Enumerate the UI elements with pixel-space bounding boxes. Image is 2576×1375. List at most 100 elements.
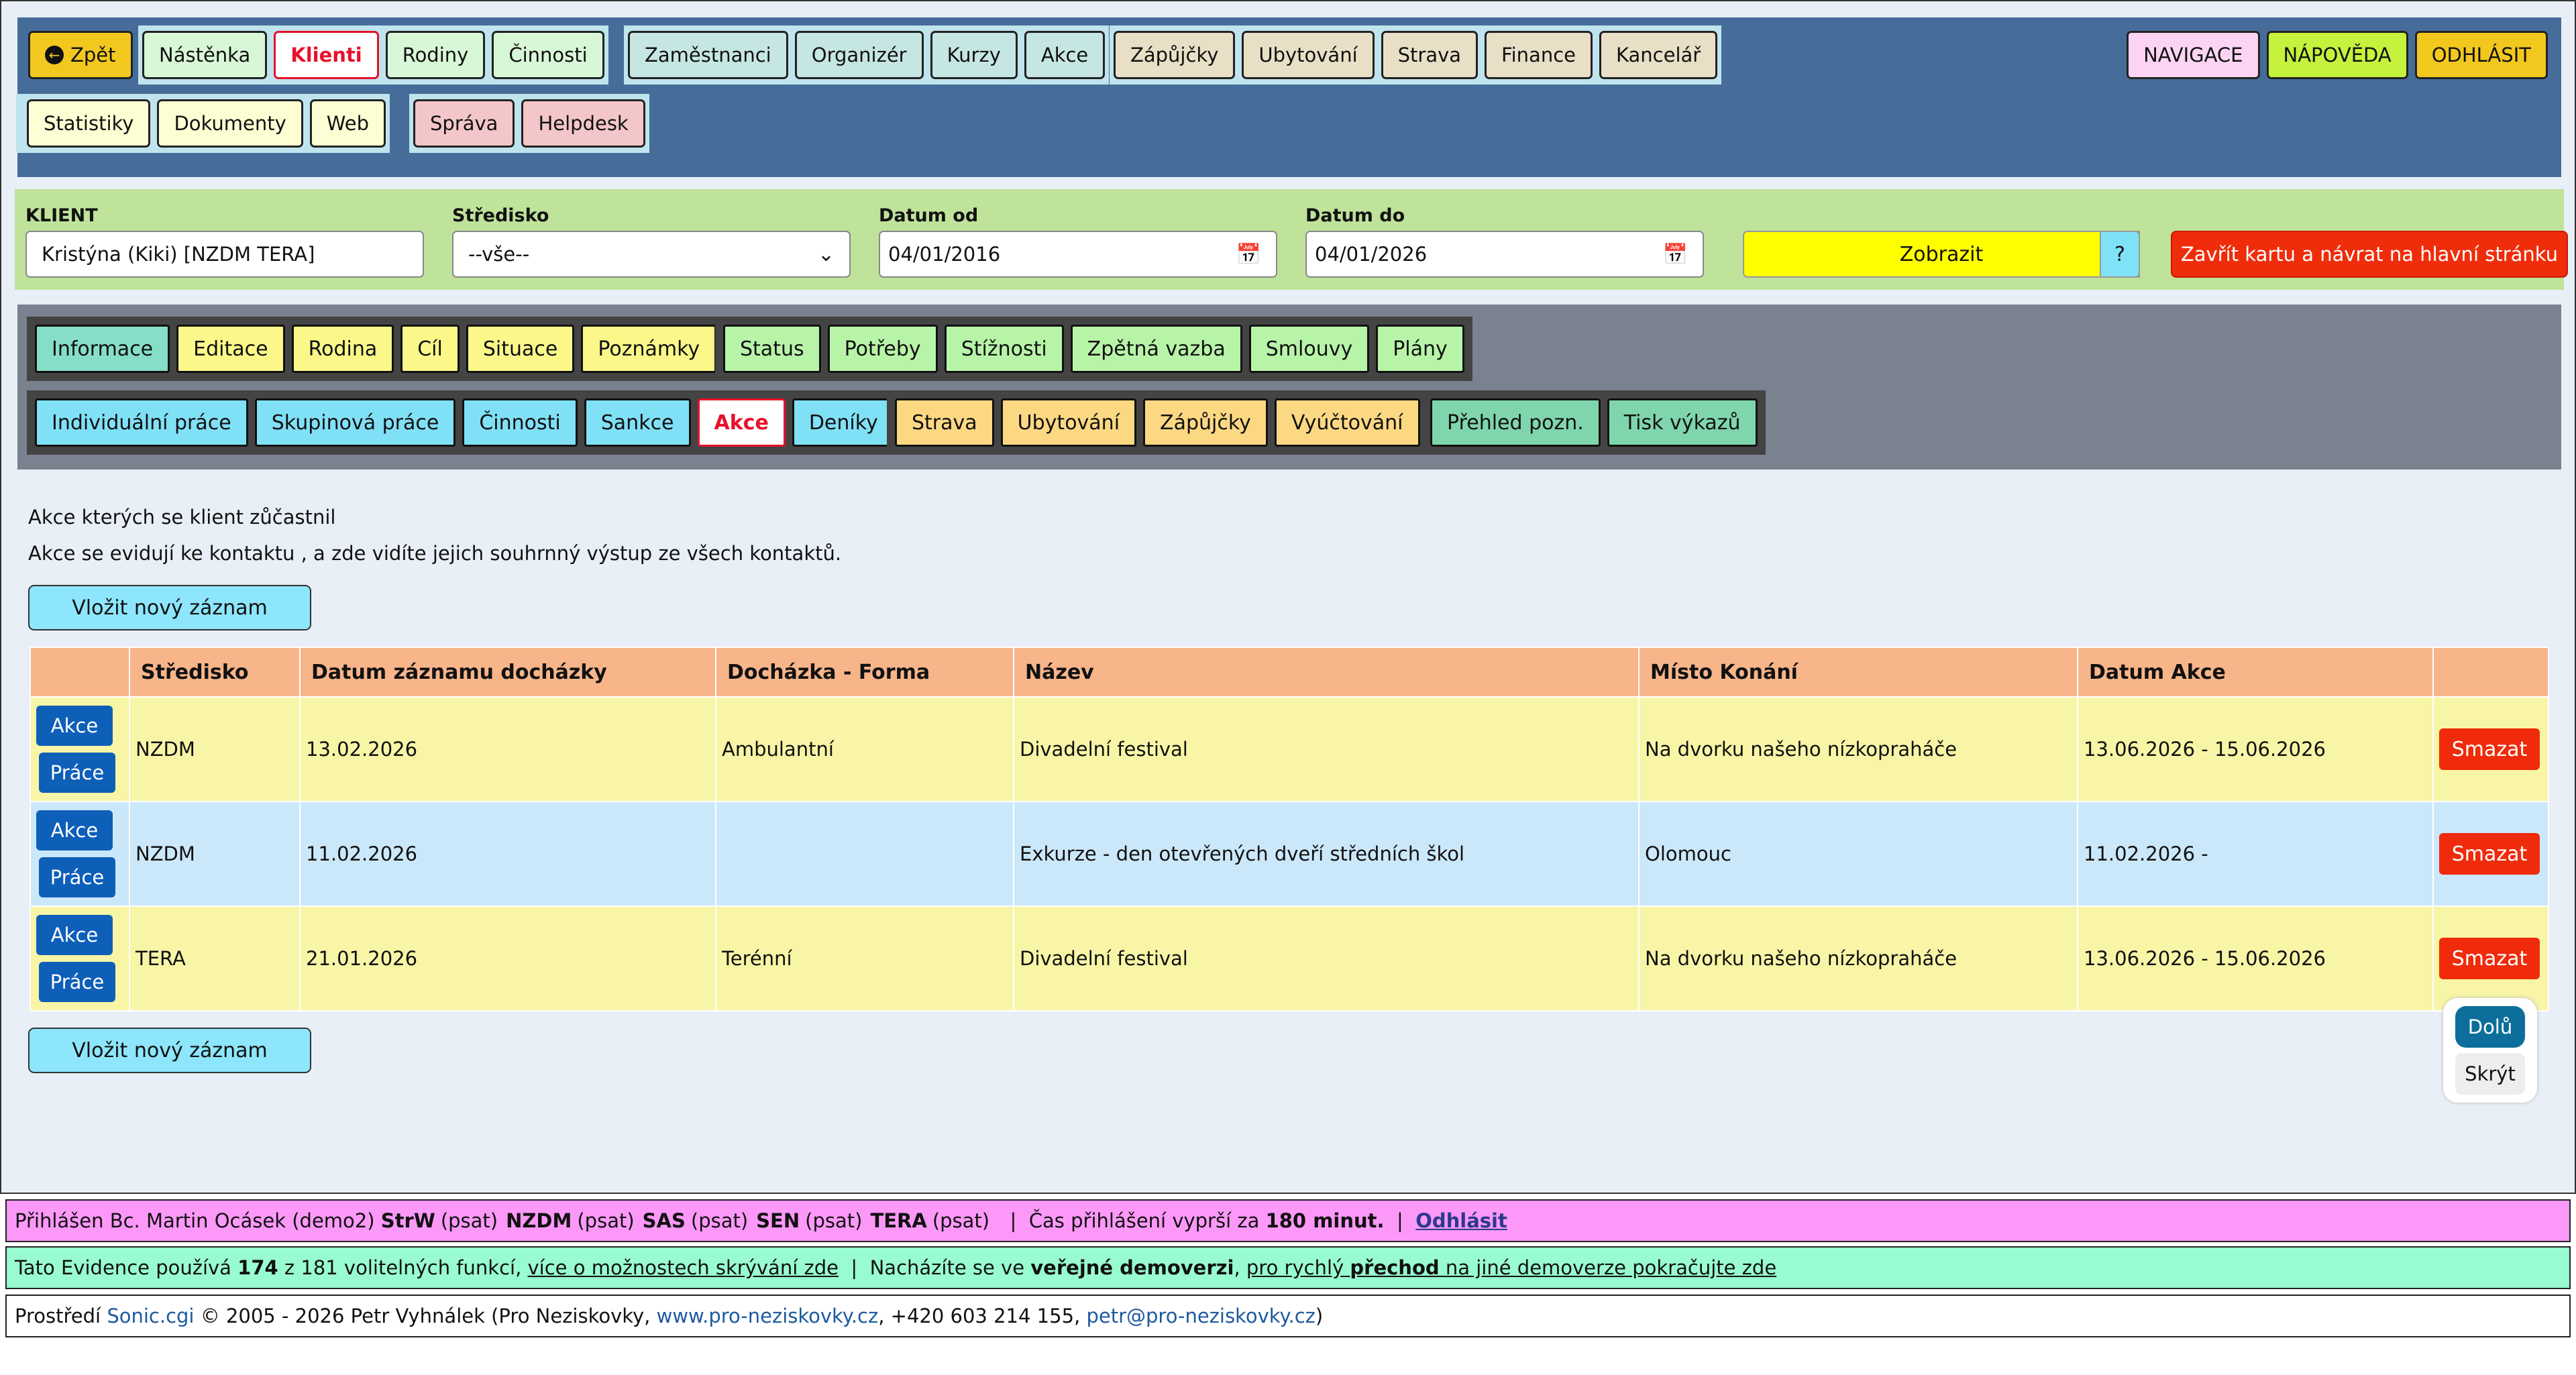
delete-button[interactable]: Smazat xyxy=(2439,833,2540,875)
nav-odhlasit-button[interactable]: ODHLÁSIT xyxy=(2414,31,2548,79)
show-button[interactable]: Zobrazit xyxy=(1743,231,2140,278)
nav-finance-button[interactable]: Finance xyxy=(1485,31,1593,79)
tab-rodina[interactable]: Rodina xyxy=(291,325,394,373)
column-header xyxy=(2432,647,2549,698)
website-link[interactable]: www.pro-neziskovky.cz xyxy=(657,1305,879,1327)
client-label: KLIENT xyxy=(25,205,98,226)
client-subnavigation: Informace Editace Rodina Cíl Situace Poznámky… xyxy=(17,305,2561,470)
cell-place: Na dvorku našeho nízkopraháče xyxy=(1638,905,2078,1011)
demo-switch-link[interactable]: pro rychlý přechod na jiné demoverze pok… xyxy=(1246,1256,1776,1279)
role-code: TERA xyxy=(870,1209,927,1232)
tab-skupinova-prace[interactable]: Skupinová práce xyxy=(254,398,456,447)
tab-strava[interactable]: Strava xyxy=(895,398,994,447)
nav-rodiny-button[interactable]: Rodiny xyxy=(385,31,486,79)
nav-sprava-button[interactable]: Správa xyxy=(413,99,515,148)
tab-poznamky[interactable]: Poznámky xyxy=(581,325,717,373)
tab-editace[interactable]: Editace xyxy=(176,325,285,373)
table-header-row: Středisko Datum záznamu docházky Docházka … xyxy=(30,647,2549,698)
center-label: Středisko xyxy=(452,205,549,226)
separator: | xyxy=(1396,1209,1403,1232)
close-paren: ) xyxy=(1315,1305,1324,1327)
tab-zpetna-vazba[interactable]: Zpětná vazba xyxy=(1070,325,1242,373)
copyright-text: © 2005 - 2026 Petr Vyhnálek (Pro Nezisko… xyxy=(200,1305,651,1327)
tab-cil[interactable]: Cíl xyxy=(400,325,460,373)
tab-cinnosti[interactable]: Činnosti xyxy=(462,398,578,447)
center-select[interactable]: --vše-- ⌄ xyxy=(452,231,851,278)
demo-prefix: Nacházíte se ve xyxy=(869,1256,1025,1279)
nav-kancelar-button[interactable]: Kancelář xyxy=(1599,31,1718,79)
tab-potreby[interactable]: Potřeby xyxy=(827,325,938,373)
nav-kurzy-button[interactable]: Kurzy xyxy=(930,31,1018,79)
nav-helpdesk-button[interactable]: Helpdesk xyxy=(521,99,645,148)
subnav-group-2c: Přehled pozn. Tisk výkazů xyxy=(1422,390,1766,455)
akce-row-button[interactable]: Akce xyxy=(36,915,113,955)
akce-row-button[interactable]: Akce xyxy=(36,810,113,850)
email-link[interactable]: petr@pro-neziskovky.cz xyxy=(1086,1305,1315,1327)
scroll-down-button[interactable]: Dolů xyxy=(2455,1006,2525,1048)
nav-web-button[interactable]: Web xyxy=(309,99,386,148)
prace-row-button[interactable]: Práce xyxy=(39,857,115,897)
tab-zapujcky[interactable]: Zápůjčky xyxy=(1143,398,1268,447)
tab-tisk-vykazu[interactable]: Tisk výkazů xyxy=(1607,398,1758,447)
nav-nastenka-button[interactable]: Nástěnka xyxy=(142,31,268,79)
back-button[interactable]: ← Zpět xyxy=(28,31,133,79)
login-roles: StrW (psat) NZDM (psat) SAS (psat) SEN (psat) TE… xyxy=(381,1209,998,1232)
env-prefix: Prostředí xyxy=(15,1305,101,1327)
nav-navigace-button[interactable]: NAVIGACE xyxy=(2127,31,2260,79)
nav-zamestnanci-button[interactable]: Zaměstnanci xyxy=(628,31,788,79)
tab-plany[interactable]: Plány xyxy=(1376,325,1464,373)
tab-akce[interactable]: Akce xyxy=(697,398,786,447)
tab-sankce[interactable]: Sankce xyxy=(584,398,691,447)
tab-smlouvy[interactable]: Smlouvy xyxy=(1248,325,1370,373)
nav-klienti-button[interactable]: Klienti xyxy=(274,31,379,79)
akce-row-button[interactable]: Akce xyxy=(36,706,113,746)
nav-zapujcky-button[interactable]: Zápůjčky xyxy=(1114,31,1236,79)
hide-helper-button[interactable]: Skrýt xyxy=(2455,1053,2525,1095)
delete-button[interactable]: Smazat xyxy=(2439,938,2540,979)
nav-group-back: ← Zpět xyxy=(24,25,137,85)
tab-stiznosti[interactable]: Stížnosti xyxy=(944,325,1064,373)
date-from-input[interactable]: 04/01/2016 📅 xyxy=(879,231,1277,278)
tab-status[interactable]: Status xyxy=(723,325,821,373)
prace-row-button[interactable]: Práce xyxy=(39,753,115,793)
tab-prehled-pozn[interactable]: Přehled pozn. xyxy=(1430,398,1601,447)
nav-ubytovani-button[interactable]: Ubytování xyxy=(1242,31,1375,79)
add-record-button-bottom[interactable]: Vložit nový záznam xyxy=(28,1028,311,1073)
close-card-button[interactable]: Zavřít kartu a návrat na hlavní stránku xyxy=(2171,231,2568,278)
nav-akce-button[interactable]: Akce xyxy=(1024,31,1106,79)
nav-strava-button[interactable]: Strava xyxy=(1381,31,1479,79)
calendar-icon[interactable]: 📅 xyxy=(1236,243,1261,266)
role-mode: (psat) xyxy=(805,1209,863,1232)
logout-link[interactable]: Odhlásit xyxy=(1415,1209,1507,1232)
tab-ubytovani[interactable]: Ubytování xyxy=(1000,398,1137,447)
tab-informace[interactable]: Informace xyxy=(35,325,170,373)
nav-organizer-button[interactable]: Organizér xyxy=(794,31,924,79)
nav-dokumenty-button[interactable]: Dokumenty xyxy=(157,99,303,148)
role-mode: (psat) xyxy=(690,1209,749,1232)
help-button[interactable]: ? xyxy=(2100,231,2140,278)
row-action-stack: Akce Práce xyxy=(36,915,123,1002)
nav-cinnosti-button[interactable]: Činnosti xyxy=(492,31,604,79)
nav-napoveda-button[interactable]: NÁPOVĚDA xyxy=(2266,31,2408,79)
env-link[interactable]: Sonic.cgi xyxy=(107,1305,194,1327)
phone-text: , +420 603 214 155, xyxy=(878,1305,1081,1327)
tab-individualni-prace[interactable]: Individuální práce xyxy=(35,398,248,447)
tab-deniky[interactable]: Deníky xyxy=(792,398,895,447)
tab-situace[interactable]: Situace xyxy=(466,325,575,373)
delete-button[interactable]: Smazat xyxy=(2439,728,2540,770)
features-suffix: z 181 volitelných funkcí, xyxy=(284,1256,522,1279)
subnav-group-1a: Informace Editace Rodina Cíl Situace Poznámky xyxy=(27,317,725,381)
date-to-input[interactable]: 04/01/2026 📅 xyxy=(1305,231,1704,278)
prace-row-button[interactable]: Práce xyxy=(39,962,115,1002)
add-record-button-top[interactable]: Vložit nový záznam xyxy=(28,585,311,630)
calendar-icon[interactable]: 📅 xyxy=(1663,243,1688,266)
features-link[interactable]: více o možnostech skrývání zde xyxy=(528,1256,839,1279)
features-prefix: Tato Evidence používá xyxy=(15,1256,231,1279)
cell-event: 13.06.2026 - 15.06.2026 xyxy=(2077,696,2434,802)
nav-statistiky-button[interactable]: Statistiky xyxy=(27,99,151,148)
client-input[interactable]: Kristýna (Kiki) [NZDM TERA] xyxy=(25,231,424,278)
cell-date: 13.02.2026 xyxy=(299,696,716,802)
tab-vyuctovani[interactable]: Vyúčtování xyxy=(1274,398,1420,447)
date-from-value: 04/01/2016 xyxy=(888,243,1001,266)
login-user: Přihlášen Bc. Martin Ocásek (demo2) xyxy=(15,1209,375,1232)
